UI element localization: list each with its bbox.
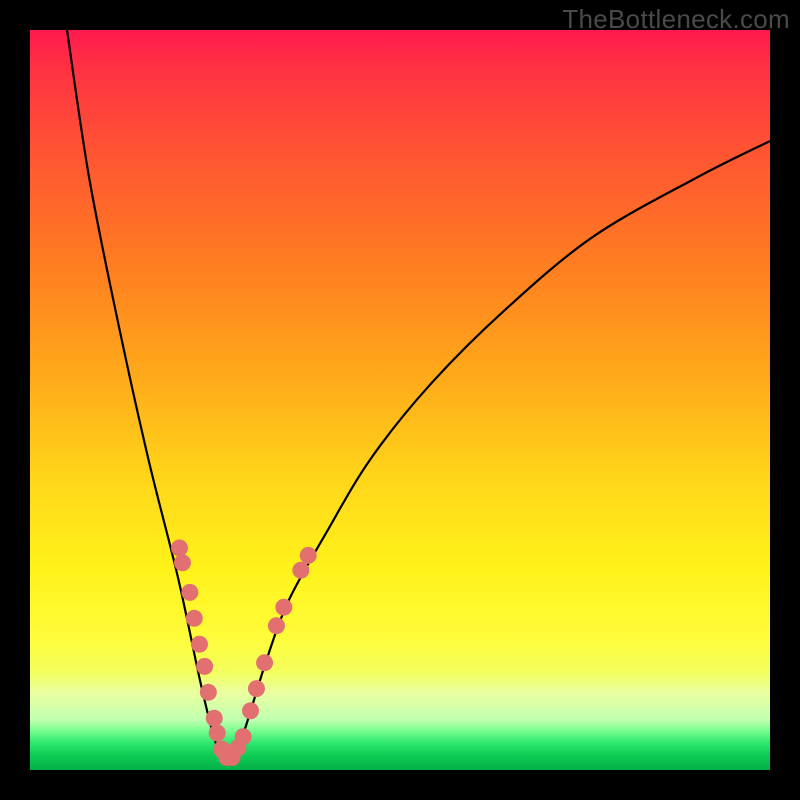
marker-dot [181,584,198,601]
marker-dot [256,654,273,671]
marker-dot [275,599,292,616]
marker-dot [206,710,223,727]
marker-dot [200,684,217,701]
curve-markers [171,540,317,766]
bottleneck-curve-svg [30,30,770,770]
watermark-text: TheBottleneck.com [562,4,790,35]
marker-dot [196,658,213,675]
chart-frame: TheBottleneck.com [0,0,800,800]
marker-dot [292,562,309,579]
marker-dot [235,728,252,745]
marker-dot [300,547,317,564]
marker-dot [191,636,208,653]
marker-dot [209,725,226,742]
bottleneck-curve [67,30,770,763]
marker-dot [242,702,259,719]
marker-dot [171,540,188,557]
marker-dot [174,554,191,571]
marker-dot [186,610,203,627]
marker-dot [268,617,285,634]
marker-dot [248,680,265,697]
plot-area [30,30,770,770]
